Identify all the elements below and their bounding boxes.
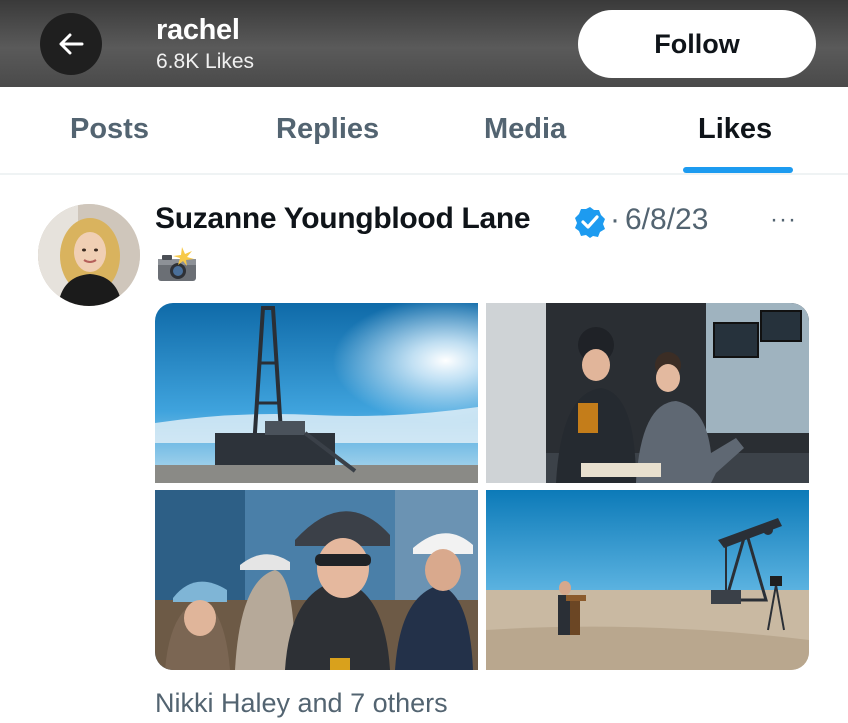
avatar-photo — [38, 204, 140, 306]
drilling-rig-photo[interactable] — [155, 303, 478, 483]
post-author[interactable]: Suzanne Youngblood Lane — [155, 202, 531, 236]
active-tab-indicator — [683, 167, 793, 173]
tab-media[interactable]: Media — [484, 113, 566, 146]
control-room-photo[interactable] — [486, 303, 809, 483]
pumpjack-podium-photo[interactable] — [486, 490, 809, 670]
profile-header: rachel 6.8K Likes Follow — [0, 0, 848, 87]
more-options-icon[interactable]: ··· — [770, 206, 797, 234]
back-button[interactable] — [40, 13, 102, 75]
follow-button[interactable]: Follow — [578, 10, 816, 78]
tab-replies[interactable]: Replies — [276, 113, 379, 146]
tab-posts[interactable]: Posts — [70, 113, 149, 146]
liked-by-text[interactable]: Nikki Haley and 7 others — [155, 688, 448, 719]
meta-separator: · — [610, 203, 620, 236]
hard-hat-group-photo[interactable] — [155, 490, 478, 670]
media-grid — [155, 303, 809, 670]
likes-count: 6.8K Likes — [156, 50, 255, 73]
post-date[interactable]: 6/8/23 — [625, 203, 708, 237]
profile-tabs: Posts Replies Media Likes — [0, 87, 848, 175]
avatar[interactable] — [38, 204, 140, 306]
verified-badge-icon — [575, 207, 605, 238]
profile-name: rachel — [156, 14, 240, 46]
camera-with-flash-icon — [158, 247, 196, 281]
tab-likes[interactable]: Likes — [698, 113, 772, 146]
arrow-left-icon — [59, 33, 84, 55]
